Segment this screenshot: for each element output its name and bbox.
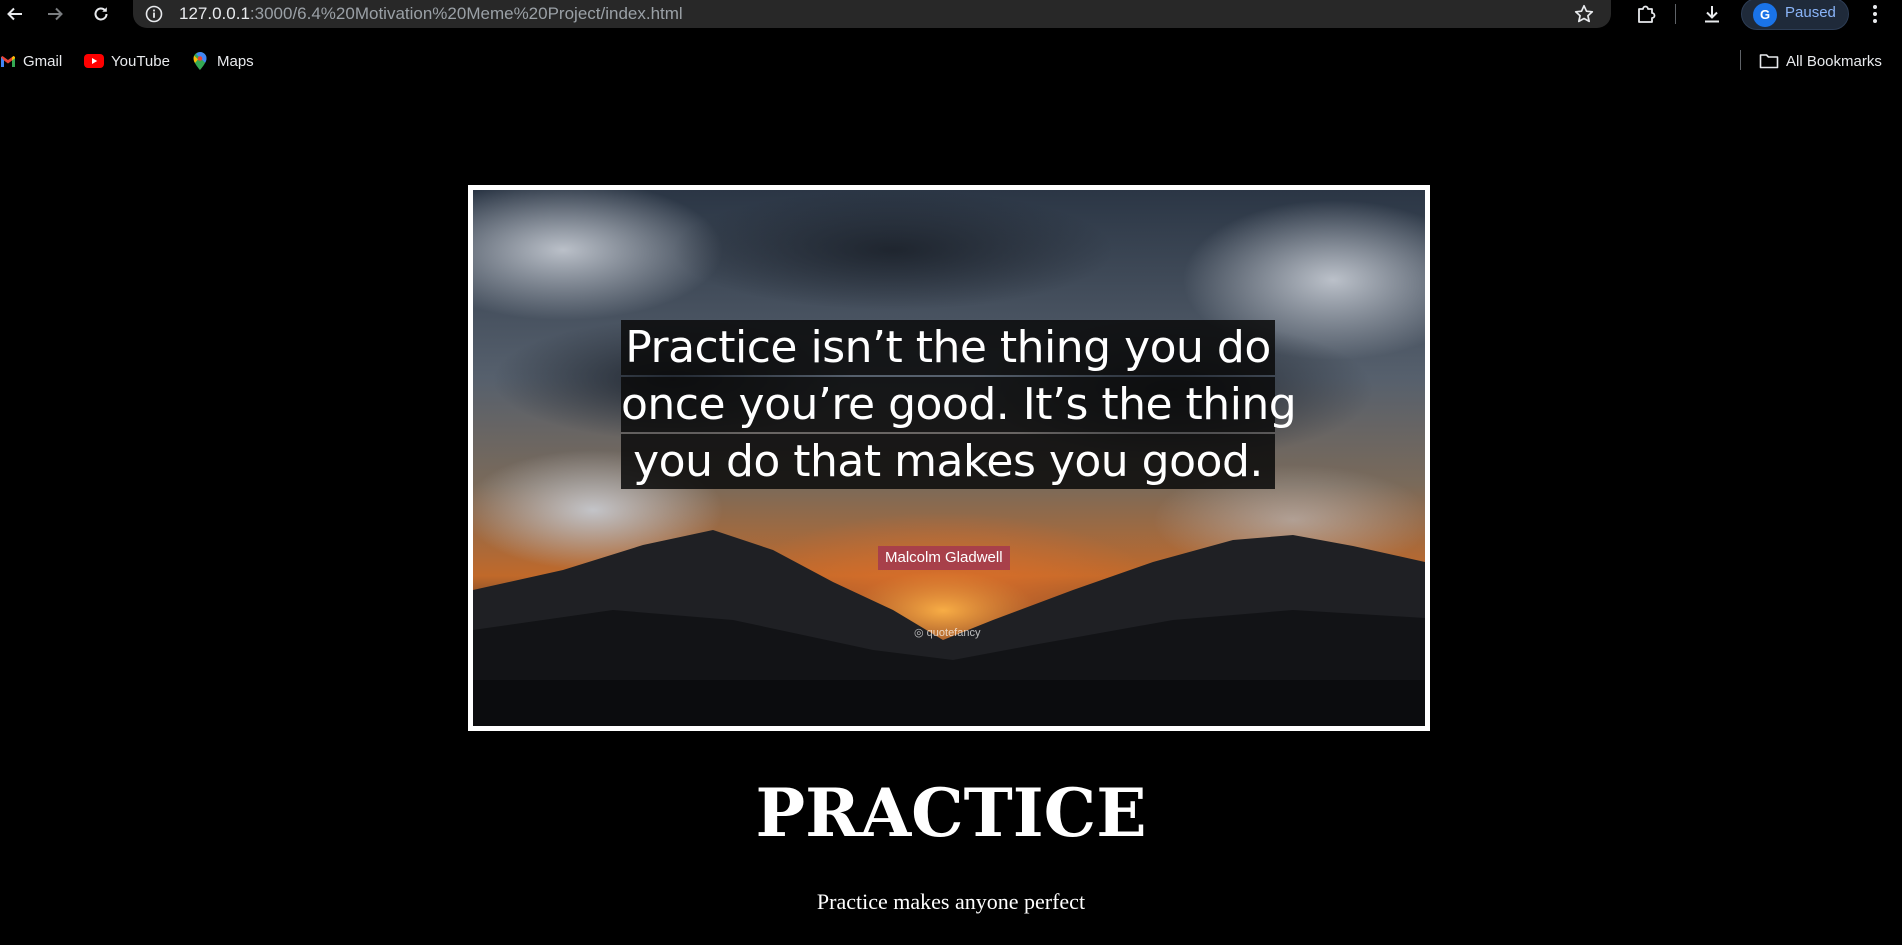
profile-status: Paused — [1785, 4, 1836, 21]
avatar: G — [1753, 3, 1777, 27]
all-bookmarks-button[interactable]: All Bookmarks — [1759, 50, 1882, 72]
all-bookmarks-label: All Bookmarks — [1786, 52, 1882, 70]
gmail-icon — [0, 53, 16, 69]
url-text[interactable]: 127.0.0.1:3000/6.4%20Motivation%20Meme%2… — [179, 4, 683, 24]
extensions-button[interactable] — [1632, 1, 1660, 27]
quote-line: you do that makes you good. — [621, 434, 1275, 489]
bookmarks-divider — [1740, 50, 1741, 70]
url-host: 127.0.0.1 — [179, 4, 250, 23]
watermark: ◎ quotefancy — [914, 627, 981, 639]
quote-text-block: Practice isn’t the thing you do once you… — [621, 320, 1297, 491]
arrow-left-icon — [7, 7, 22, 21]
reload-icon — [94, 7, 108, 21]
download-icon — [1705, 6, 1719, 23]
folder-icon — [1759, 53, 1779, 69]
page-title: PRACTICE — [755, 774, 1147, 852]
quote-line: once you’re good. It’s the thing — [621, 377, 1297, 432]
meme-image: Practice isn’t the thing you do once you… — [468, 185, 1430, 731]
url-path: :3000/6.4%20Motivation%20Meme%20Project/… — [249, 4, 683, 23]
star-icon[interactable] — [1573, 3, 1595, 25]
browser-toolbar: 127.0.0.1:3000/6.4%20Motivation%20Meme%2… — [0, 0, 1902, 34]
quote-author: Malcolm Gladwell — [878, 546, 1010, 570]
bookmark-label: Maps — [217, 52, 254, 70]
profile-button[interactable]: G Paused — [1741, 0, 1849, 30]
youtube-icon — [84, 53, 104, 69]
bookmark-label: YouTube — [111, 52, 170, 70]
page-subtitle: Practice makes anyone perfect — [816, 889, 1086, 914]
reload-button[interactable] — [86, 0, 116, 28]
info-icon[interactable] — [145, 5, 163, 23]
back-button[interactable] — [0, 0, 30, 28]
watermark-text: quotefancy — [926, 627, 981, 639]
bookmark-youtube[interactable]: YouTube — [84, 50, 170, 72]
address-bar[interactable]: 127.0.0.1:3000/6.4%20Motivation%20Meme%2… — [133, 0, 1611, 28]
toolbar-divider — [1675, 4, 1676, 24]
forward-button[interactable] — [40, 0, 70, 28]
page-content: Practice isn’t the thing you do once you… — [0, 84, 1902, 945]
bookmark-maps[interactable]: Maps — [190, 50, 254, 72]
quote-line: Practice isn’t the thing you do — [621, 320, 1275, 375]
bookmarks-bar: Gmail YouTube Maps All Bookmarks — [0, 44, 1902, 76]
three-dots-icon — [1873, 5, 1877, 23]
arrow-right-icon — [48, 7, 63, 21]
puzzle-icon — [1638, 5, 1656, 23]
downloads-button[interactable] — [1698, 1, 1726, 27]
browser-menu-button[interactable] — [1862, 1, 1888, 27]
bookmark-label: Gmail — [23, 52, 63, 70]
bookmark-gmail[interactable]: Gmail — [0, 50, 62, 72]
maps-icon — [190, 52, 210, 70]
